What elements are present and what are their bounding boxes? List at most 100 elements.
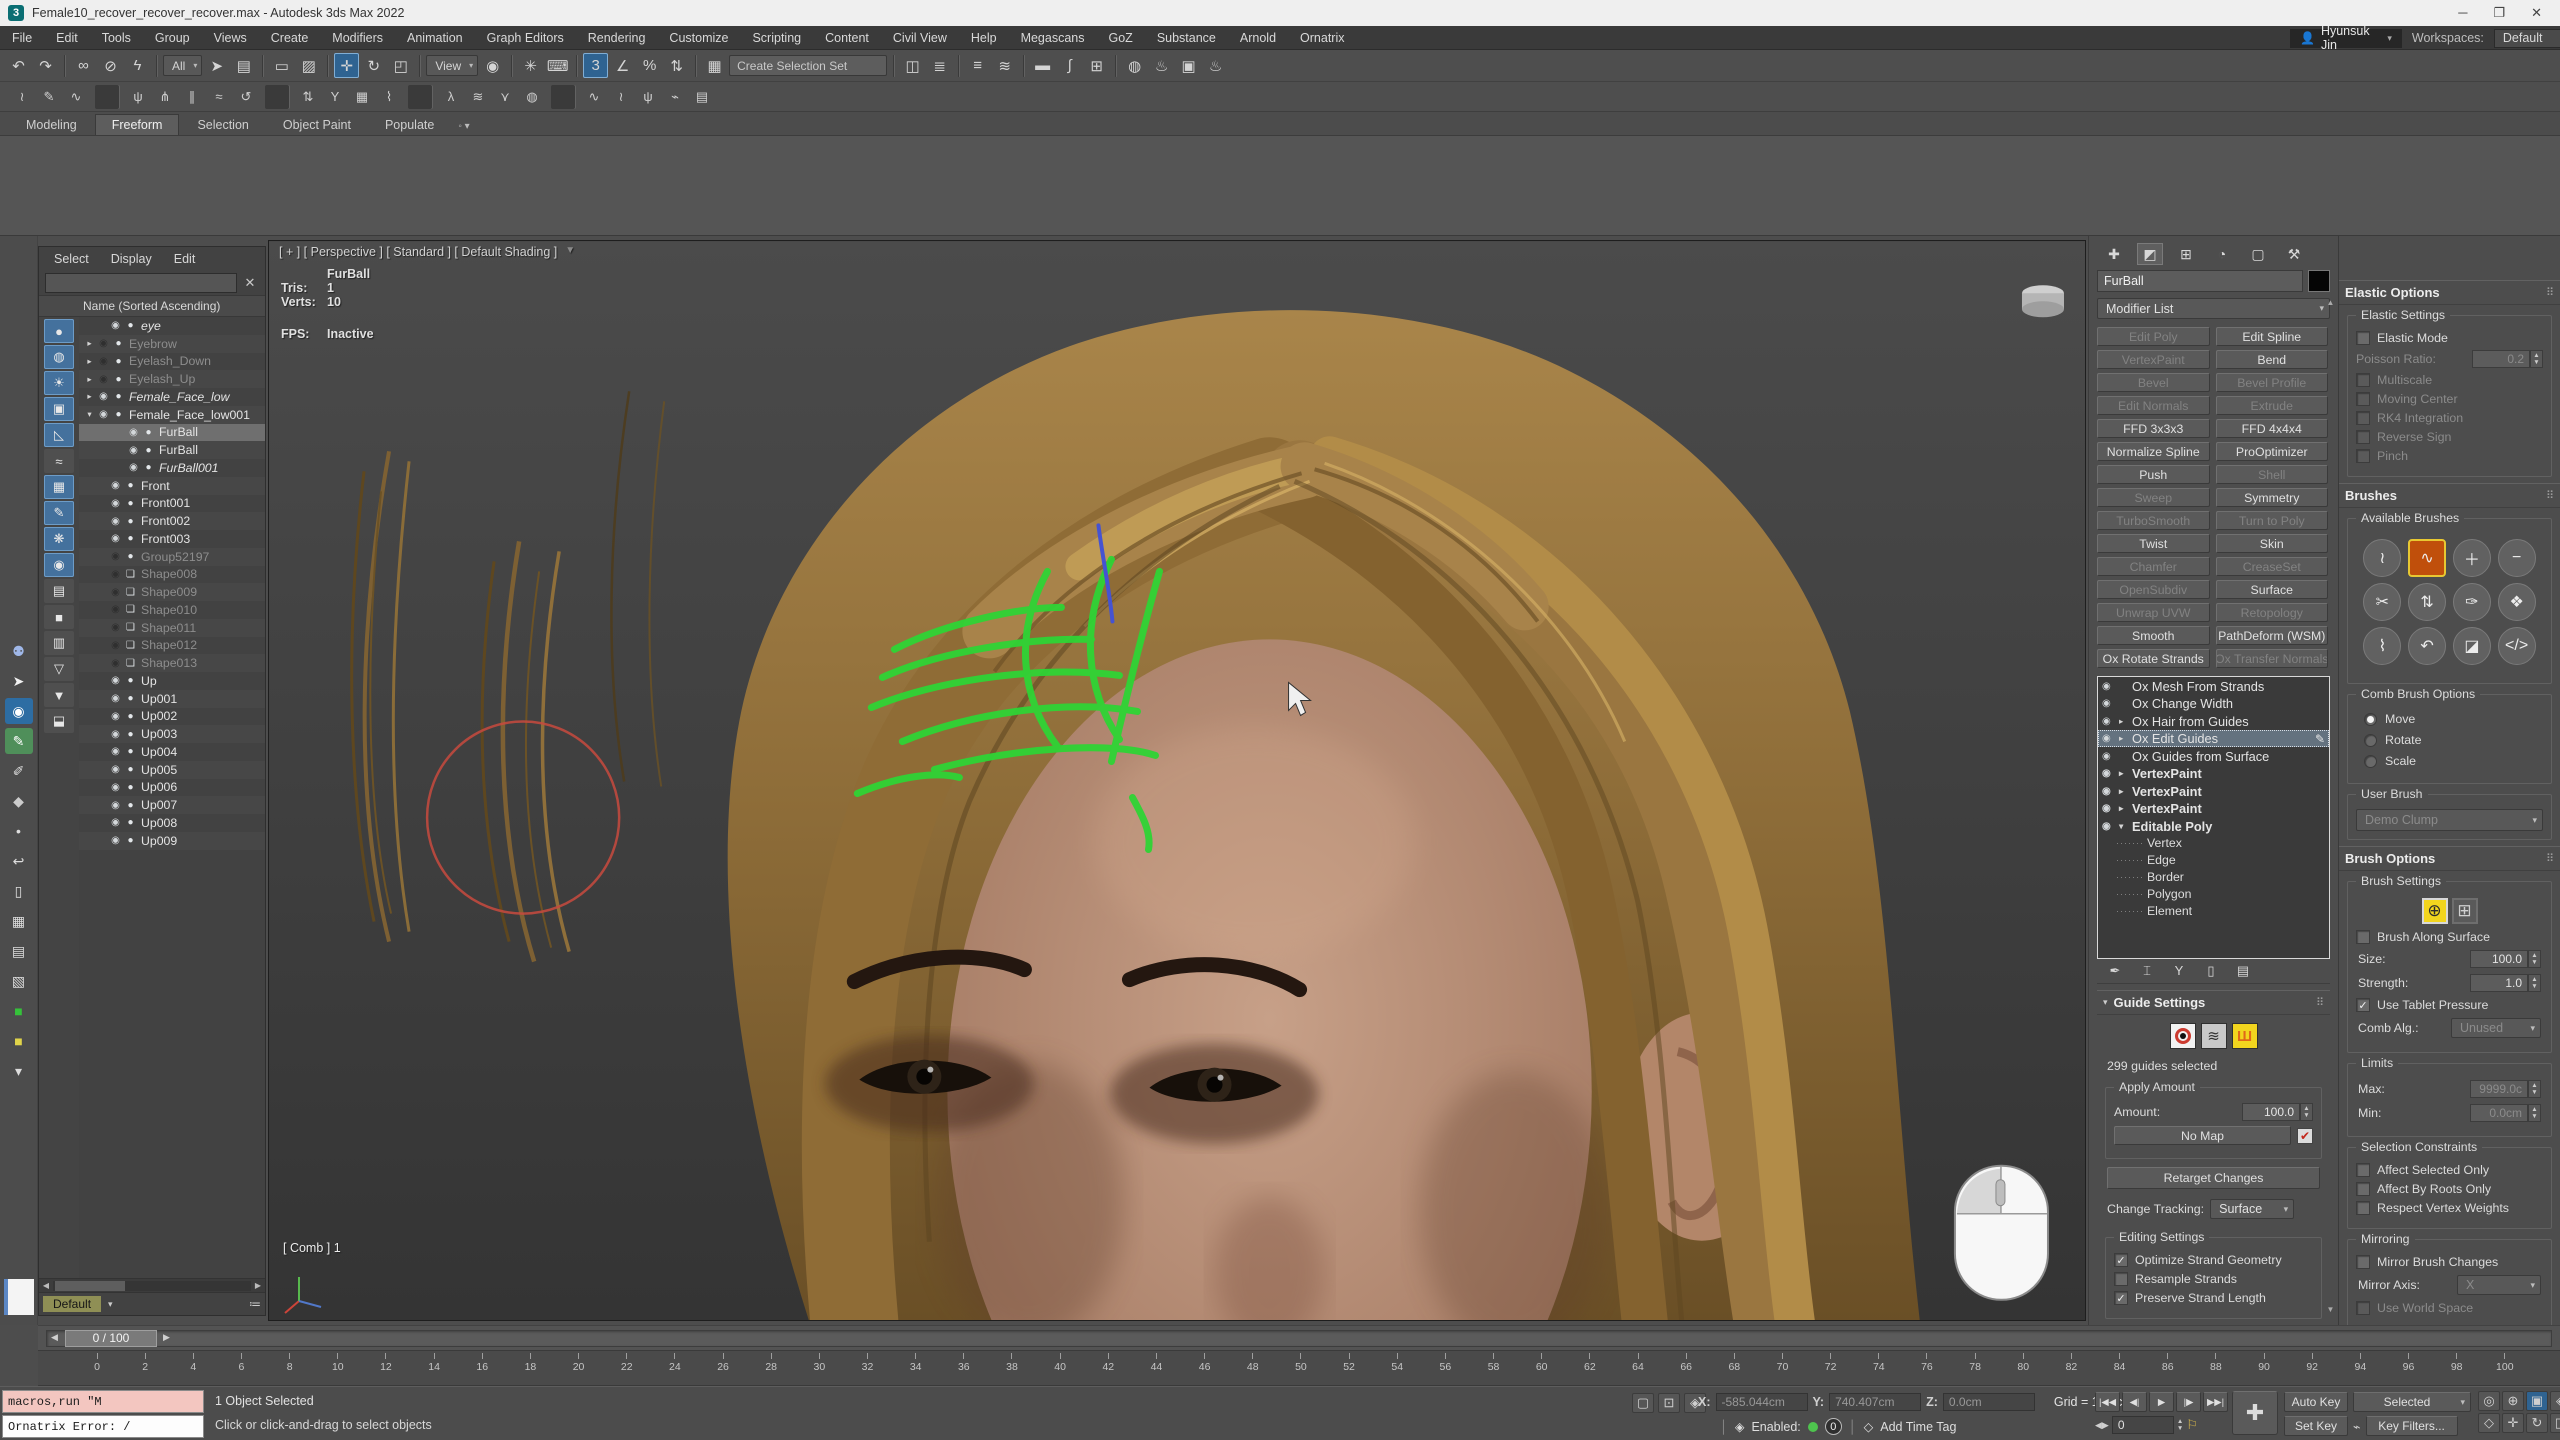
modifier-stack-row[interactable]: ◉ Ox Guides from Surface: [2098, 747, 2329, 765]
visibility-eye-icon[interactable]: ◉: [96, 409, 111, 420]
modifier-button[interactable]: CreaseSet: [2216, 557, 2329, 576]
ox-animation-icon[interactable]: ∿: [582, 85, 606, 109]
modifier-eye-icon[interactable]: ◉: [2102, 716, 2119, 727]
play-button[interactable]: ▶: [2149, 1392, 2174, 1412]
modifier-button[interactable]: FFD 3x3x3: [2097, 419, 2210, 438]
radio-button[interactable]: [2364, 713, 2377, 726]
time-slider-handle[interactable]: 0 / 100: [65, 1330, 157, 1347]
explorer-row[interactable]: ◉ ● Up: [79, 672, 265, 690]
display-influences-icon[interactable]: ▤: [44, 579, 74, 603]
key-filters-button[interactable]: Key Filters...: [2366, 1416, 2458, 1436]
ox-clump-icon[interactable]: ∥: [180, 85, 204, 109]
visibility-eye-icon[interactable]: ◉: [108, 320, 123, 331]
menu-item[interactable]: File: [0, 26, 44, 49]
notes-tool-icon[interactable]: ▧: [5, 968, 33, 994]
visibility-eye-icon[interactable]: ◉: [108, 711, 123, 722]
grab-brush-icon[interactable]: ❖: [2498, 583, 2536, 621]
modifier-stack-row[interactable]: ◉ ▾ Editable Poly: [2098, 817, 2329, 835]
filter-helpers-icon[interactable]: ◺: [44, 423, 74, 447]
explorer-row[interactable]: ▸ ◉ ● Eyelash_Down: [79, 353, 265, 371]
menu-item[interactable]: Scripting: [740, 26, 813, 49]
object-color-icon[interactable]: ●: [123, 551, 138, 562]
object-color-icon[interactable]: ●: [123, 675, 138, 686]
visibility-eye-icon[interactable]: ◉: [108, 551, 123, 562]
modifier-stack-row[interactable]: ◉ Ox Mesh From Strands: [2098, 677, 2329, 695]
hierarchy-tab-icon[interactable]: ⊞: [2173, 243, 2199, 265]
explorer-row[interactable]: ◉ ● Front: [79, 477, 265, 495]
ox-strand-brush-icon[interactable]: ⋔: [153, 85, 177, 109]
modifier-button[interactable]: TurboSmooth: [2097, 511, 2210, 530]
modifier-expand-icon[interactable]: ▸: [2119, 786, 2132, 797]
separator[interactable]: [95, 85, 119, 109]
use-pivot-center-icon[interactable]: ◉: [480, 53, 505, 78]
menu-item[interactable]: Content: [813, 26, 881, 49]
pick-container-icon[interactable]: ⬓: [44, 709, 74, 733]
time-slider-track[interactable]: ◀ 0 / 100 ▶: [46, 1330, 2552, 1347]
modifier-button[interactable]: Turn to Poly: [2216, 511, 2329, 530]
explorer-hscrollbar[interactable]: ◀▶: [39, 1279, 265, 1293]
ribbon-tab[interactable]: Populate: [369, 115, 450, 135]
filter-groups-icon[interactable]: ▦: [44, 475, 74, 499]
modifier-button[interactable]: Smooth: [2097, 626, 2210, 645]
user-account-menu[interactable]: 👤 Hyunsuk Jin ▾: [2290, 29, 2402, 48]
ribbon-minimize-icon[interactable]: ◦ ▾: [452, 121, 475, 135]
visibility-eye-icon[interactable]: ◉: [108, 516, 123, 527]
auto-key-button[interactable]: Auto Key: [2284, 1392, 2348, 1412]
modifier-stack-row[interactable]: ◉ ▸ Ox Hair from Guides: [2098, 712, 2329, 730]
separator[interactable]: [156, 55, 157, 77]
modifier-button[interactable]: Symmetry: [2216, 488, 2329, 507]
viewport-layout-tab[interactable]: [4, 1279, 34, 1315]
visibility-eye-icon[interactable]: ◉: [108, 782, 123, 793]
filter-particles-icon[interactable]: ❋: [44, 527, 74, 551]
modifier-expand-icon[interactable]: ▾: [2119, 821, 2132, 832]
perspective-viewport[interactable]: [ + ] [ Perspective ] [ Standard ] [ Def…: [268, 240, 2086, 1321]
select-manipulate-icon[interactable]: ✳: [518, 53, 543, 78]
modifier-button[interactable]: Push: [2097, 465, 2210, 484]
ox-surface-comb-icon[interactable]: ψ: [126, 85, 150, 109]
menu-item[interactable]: Group: [143, 26, 202, 49]
amount-spinner[interactable]: 100.0▲▼: [2242, 1103, 2313, 1121]
show-end-result-icon[interactable]: ⌶: [2137, 963, 2157, 979]
separator[interactable]: [511, 55, 512, 77]
object-color-swatch[interactable]: [2308, 270, 2330, 292]
modifier-button[interactable]: Ox Transfer Normals: [2216, 649, 2329, 668]
lengthen-brush-icon[interactable]: ⇅: [2408, 583, 2446, 621]
explorer-row[interactable]: ◉ ● FurBall001: [79, 459, 265, 477]
tablet-pressure-checkbox[interactable]: ✓: [2356, 998, 2370, 1012]
window-crossing-icon[interactable]: ▨: [296, 53, 321, 78]
filter-lights-icon[interactable]: ☀: [44, 371, 74, 395]
active-layer-button[interactable]: Default: [43, 1296, 101, 1312]
comb-mode-icon[interactable]: Ш: [2232, 1023, 2258, 1049]
visibility-eye-icon[interactable]: ◉: [108, 746, 123, 757]
modifier-button[interactable]: Extrude: [2216, 396, 2329, 415]
checkbox[interactable]: [2356, 1201, 2370, 1215]
checkbox[interactable]: [2356, 1182, 2370, 1196]
ox-frizz-icon[interactable]: ≈: [207, 85, 231, 109]
separator[interactable]: [893, 55, 894, 77]
filter-xrefs-icon[interactable]: ✎: [44, 501, 74, 525]
ox-baked-hair-icon[interactable]: ≋: [466, 85, 490, 109]
rect-selection-region-icon[interactable]: ▭: [269, 53, 294, 78]
world-space-checkbox[interactable]: [2356, 1301, 2370, 1315]
display-children-icon[interactable]: ▥: [44, 631, 74, 655]
ribbon-tab[interactable]: Selection: [181, 115, 264, 135]
modifier-expand-icon[interactable]: ▸: [2119, 733, 2132, 744]
explorer-row[interactable]: ▸ ◉ ● Eyelash_Up: [79, 370, 265, 388]
orbit-icon[interactable]: ↻: [2526, 1413, 2548, 1433]
object-color-icon[interactable]: ❏: [123, 622, 138, 633]
explorer-row[interactable]: ▸ ◉ ● Female_Face_low: [79, 388, 265, 406]
object-color-icon[interactable]: ●: [123, 764, 138, 775]
elastic-mode-checkbox[interactable]: [2356, 331, 2370, 345]
object-color-icon[interactable]: ●: [123, 817, 138, 828]
prev-frame-button[interactable]: ◀|: [2122, 1392, 2147, 1412]
select-move-icon[interactable]: ✛: [334, 53, 359, 78]
user-brush-dropdown[interactable]: Demo Clump: [2356, 809, 2543, 831]
close-button[interactable]: ✕: [2531, 5, 2542, 21]
menu-item[interactable]: Megascans: [1009, 26, 1097, 49]
ox-dynamics-icon[interactable]: ≀: [609, 85, 633, 109]
ox-mesh-from-strands-icon[interactable]: ▦: [350, 85, 374, 109]
configure-modifier-icon[interactable]: ▤: [2233, 963, 2253, 979]
modifier-eye-icon[interactable]: ◉: [2102, 681, 2119, 692]
modifier-button[interactable]: Shell: [2216, 465, 2329, 484]
expand-icon[interactable]: ▸: [83, 338, 96, 349]
